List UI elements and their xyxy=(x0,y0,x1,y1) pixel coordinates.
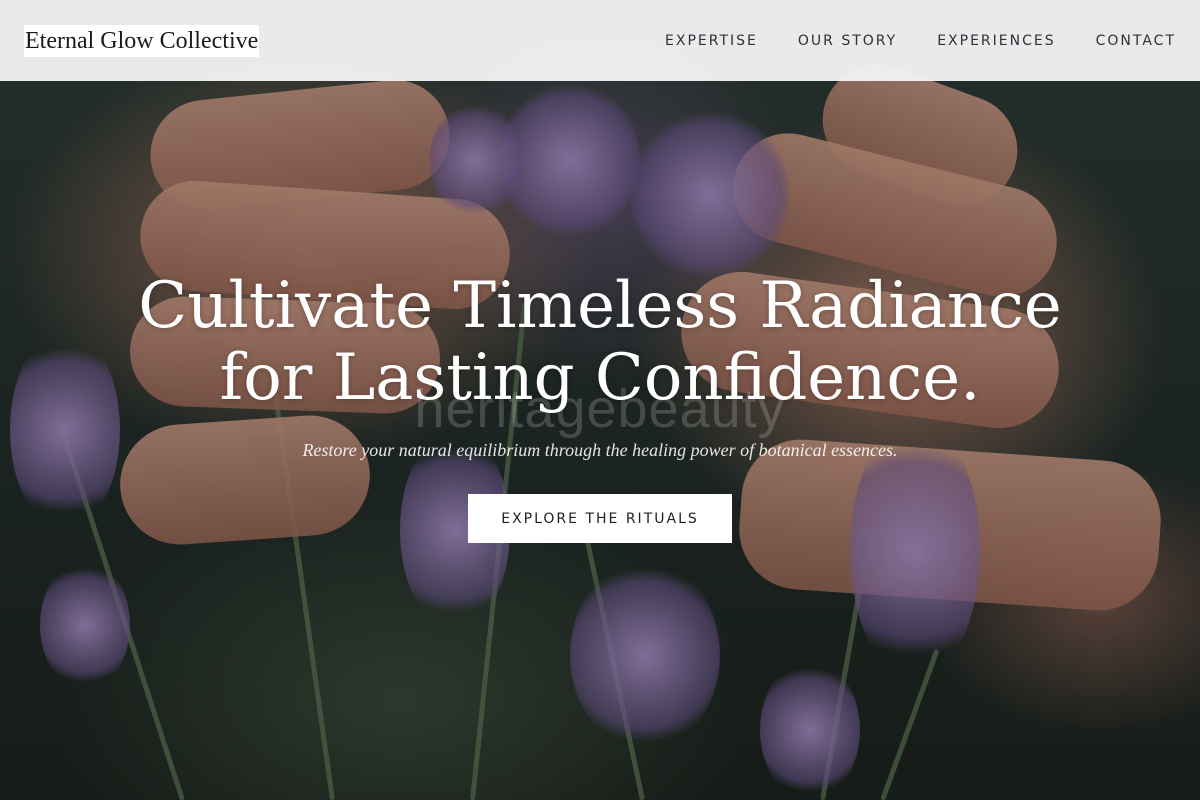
nav-links: EXPERTISE OUR STORY EXPERIENCES CONTACT xyxy=(665,33,1176,49)
hero-headline-line-1: Cultivate Timeless Radiance xyxy=(138,269,1062,343)
nav-link-expertise[interactable]: EXPERTISE xyxy=(665,33,758,49)
nav-link-contact[interactable]: CONTACT xyxy=(1096,33,1176,49)
hero-headline: Cultivate Timeless Radiance for Lasting … xyxy=(0,270,1200,414)
hero-headline-line-2: for Lasting Confidence. xyxy=(219,341,981,415)
nav-link-experiences[interactable]: EXPERIENCES xyxy=(937,33,1055,49)
top-navigation-bar: Eternal Glow Collective EXPERTISE OUR ST… xyxy=(0,0,1200,81)
hero-subtitle: Restore your natural equilibrium through… xyxy=(302,440,898,460)
brand-logo[interactable]: Eternal Glow Collective xyxy=(24,24,260,57)
explore-rituals-button[interactable]: EXPLORE THE RITUALS xyxy=(468,494,732,543)
nav-link-our-story[interactable]: OUR STORY xyxy=(798,33,897,49)
